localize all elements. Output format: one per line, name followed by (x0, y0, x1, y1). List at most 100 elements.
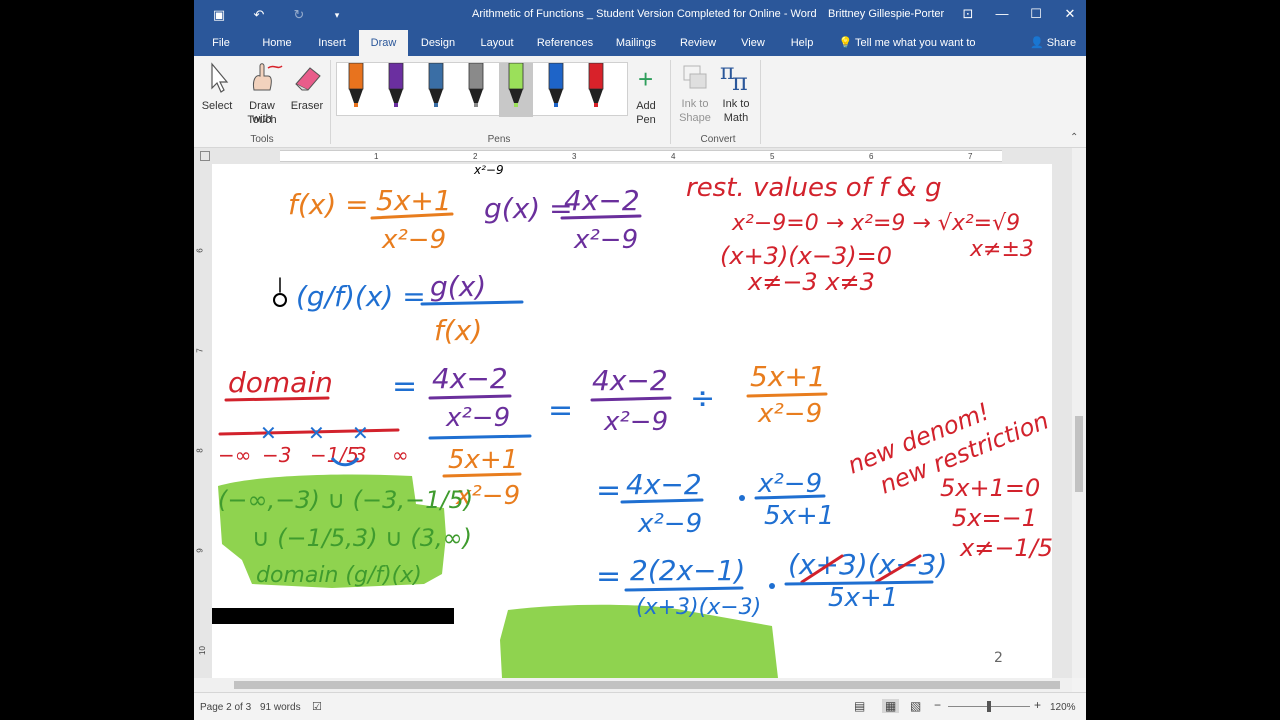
step1-numerator: 4x−2 (432, 362, 508, 395)
eraser-label: Eraser (290, 100, 324, 112)
step3-fraction-bar (620, 498, 704, 504)
ruler-number: 5 (770, 152, 775, 161)
customize-qat-icon[interactable]: ▾ (328, 6, 346, 24)
zoom-level[interactable]: 120% (1050, 702, 1076, 713)
pen-7-icon (588, 62, 604, 107)
save-icon[interactable]: ▣ (210, 6, 228, 24)
step2-a-denominator: x²−9 (603, 407, 668, 437)
step3-b-denominator: 5x+1 (764, 501, 834, 531)
web-layout-icon[interactable]: ▧ (910, 699, 921, 713)
tab-design[interactable]: Design (416, 30, 460, 56)
number-line-label: 3 (354, 443, 367, 467)
quotient-fraction-bar (420, 300, 524, 306)
eraser-button[interactable]: Eraser (290, 60, 324, 120)
minimize-icon[interactable]: — (990, 4, 1014, 24)
excluded-point-mark: ✕ (260, 421, 277, 445)
redo-icon[interactable]: ↻ (290, 6, 308, 24)
cursor-icon (211, 62, 229, 93)
step4-fraction-bar (624, 586, 744, 592)
step4-b-denominator: 5x+1 (828, 583, 898, 613)
draw-with-touch-button[interactable]: Draw with Touch (238, 60, 286, 126)
excluded-point-mark: ✕ (352, 421, 369, 445)
zoom-slider-thumb[interactable] (987, 701, 991, 712)
tab-review[interactable]: Review (676, 30, 720, 56)
horizontal-ruler: 1 2 3 4 5 6 7 (194, 148, 1086, 164)
ruler-track[interactable]: 1 2 3 4 5 6 7 (280, 150, 1002, 162)
add-pen-button[interactable]: + Add Pen (630, 62, 662, 132)
user-name[interactable]: Brittney Gillespie-Porter (828, 8, 944, 20)
tell-me-box[interactable]: 💡 Tell me what you want to do (832, 30, 982, 75)
close-icon[interactable]: ✕ (1058, 4, 1082, 24)
person-icon: 👤 (1029, 37, 1044, 49)
tab-selector-icon[interactable] (200, 151, 210, 161)
tab-insert[interactable]: Insert (312, 30, 352, 56)
share-button[interactable]: 👤 Share (1028, 30, 1078, 56)
restriction-step-2: (x+3)(x−3)=0 (720, 242, 892, 270)
cut-off-text: x²−9 (473, 164, 504, 177)
vertical-scrollbar[interactable] (1072, 148, 1086, 678)
tab-help[interactable]: Help (786, 30, 818, 56)
print-layout-icon[interactable]: ▦ (882, 699, 900, 713)
page-count[interactable]: Page 2 of 3 (200, 702, 251, 713)
vertical-ruler: 6 7 8 9 10 (194, 164, 210, 678)
ink-to-shape-button[interactable]: Ink to Shape (676, 60, 714, 126)
ribbon-display-icon[interactable]: ⊡ (956, 4, 980, 24)
tab-file[interactable]: File (202, 30, 240, 56)
word-count[interactable]: 91 words (260, 702, 301, 713)
status-bar: Page 2 of 3 91 words ☑ ▤ ▦ ▧ − + 120% (194, 692, 1086, 720)
collapse-ribbon-icon[interactable]: ⌃ (1070, 132, 1078, 143)
pen-2-icon (388, 62, 404, 107)
equals-sign-2: = (548, 393, 573, 428)
g-denominator: x²−9 (573, 225, 638, 255)
ink-canvas[interactable]: x²−9f(x) = 5x+1x²−9g(x) =4x−2x²−9rest. va… (212, 163, 1053, 678)
equals-sign-1: = (392, 369, 417, 404)
domain-answer-line-2: ∪ (−1/5,3) ∪ (3,∞) (252, 524, 472, 552)
add-pen-label-1: Add (636, 100, 656, 112)
proofing-icon[interactable]: ☑ (312, 700, 322, 713)
vertical-ruler-number: 9 (195, 548, 205, 553)
step4-numerator: 2(2x−1) (630, 554, 745, 587)
undo-icon[interactable]: ↶ (250, 6, 268, 24)
ribbon-separator (330, 60, 331, 144)
tab-layout[interactable]: Layout (476, 30, 518, 56)
redaction-bar (212, 608, 454, 624)
restriction-step-1: x²−9=0 → x²=9 → √x²=√9 (731, 211, 1020, 236)
quotient-numerator: g(x) (430, 270, 486, 303)
quotient-definition-lhs: (g/f)(x) = (296, 280, 426, 313)
document-area: 6 7 8 9 10 x²−9 f(x) = 5x+1 x²−9 g(x) = 4x−2 x²−9 r… (194, 163, 1072, 678)
ruler-number: 6 (869, 152, 874, 161)
document-title: Arithmetic of Functions _ Student Versio… (472, 8, 817, 20)
horizontal-scrollbar[interactable] (194, 678, 1072, 692)
g-numerator: 4x−2 (564, 184, 640, 217)
step3-b-fraction-bar (754, 494, 826, 500)
step3-b-numerator: x²−9 (757, 469, 822, 499)
step1-main-fraction-bar (428, 434, 532, 440)
new-restriction-result: x≠−1/5 (959, 534, 1052, 562)
step2-a-fraction-bar (590, 396, 672, 402)
ink-to-math-button[interactable]: π π Ink to Math (716, 60, 756, 126)
document-page[interactable]: x²−9 f(x) = 5x+1 x²−9 g(x) = 4x−2 x²−9 rest. va… (212, 163, 1053, 678)
read-mode-icon[interactable]: ▤ (854, 699, 865, 713)
number-line-label: −3 (262, 443, 291, 467)
pi-icon-large: π (732, 68, 748, 96)
zoom-out-icon[interactable]: − (934, 698, 941, 712)
step2-b-denominator: x²−9 (757, 399, 822, 429)
pen-1-icon (348, 62, 364, 107)
vertical-scroll-thumb[interactable] (1075, 416, 1083, 492)
tab-draw[interactable]: Draw (359, 30, 408, 56)
zoom-in-icon[interactable]: + (1034, 698, 1041, 712)
f-numerator: 5x+1 (376, 184, 452, 217)
tab-references[interactable]: References (534, 30, 596, 56)
tab-home[interactable]: Home (256, 30, 298, 56)
horizontal-scroll-thumb[interactable] (234, 681, 1060, 689)
tab-view[interactable]: View (736, 30, 770, 56)
tab-mailings[interactable]: Mailings (612, 30, 660, 56)
select-button[interactable]: Select (200, 60, 234, 120)
select-label: Select (201, 100, 233, 112)
new-restriction-step-1: 5x+1=0 (940, 474, 1040, 502)
number-line-label: −∞ (218, 443, 251, 467)
division-sign: ÷ (690, 381, 715, 416)
maximize-icon[interactable]: ☐ (1024, 4, 1048, 24)
domain-label: domain (228, 366, 333, 399)
page-number: 2 (994, 650, 1003, 666)
